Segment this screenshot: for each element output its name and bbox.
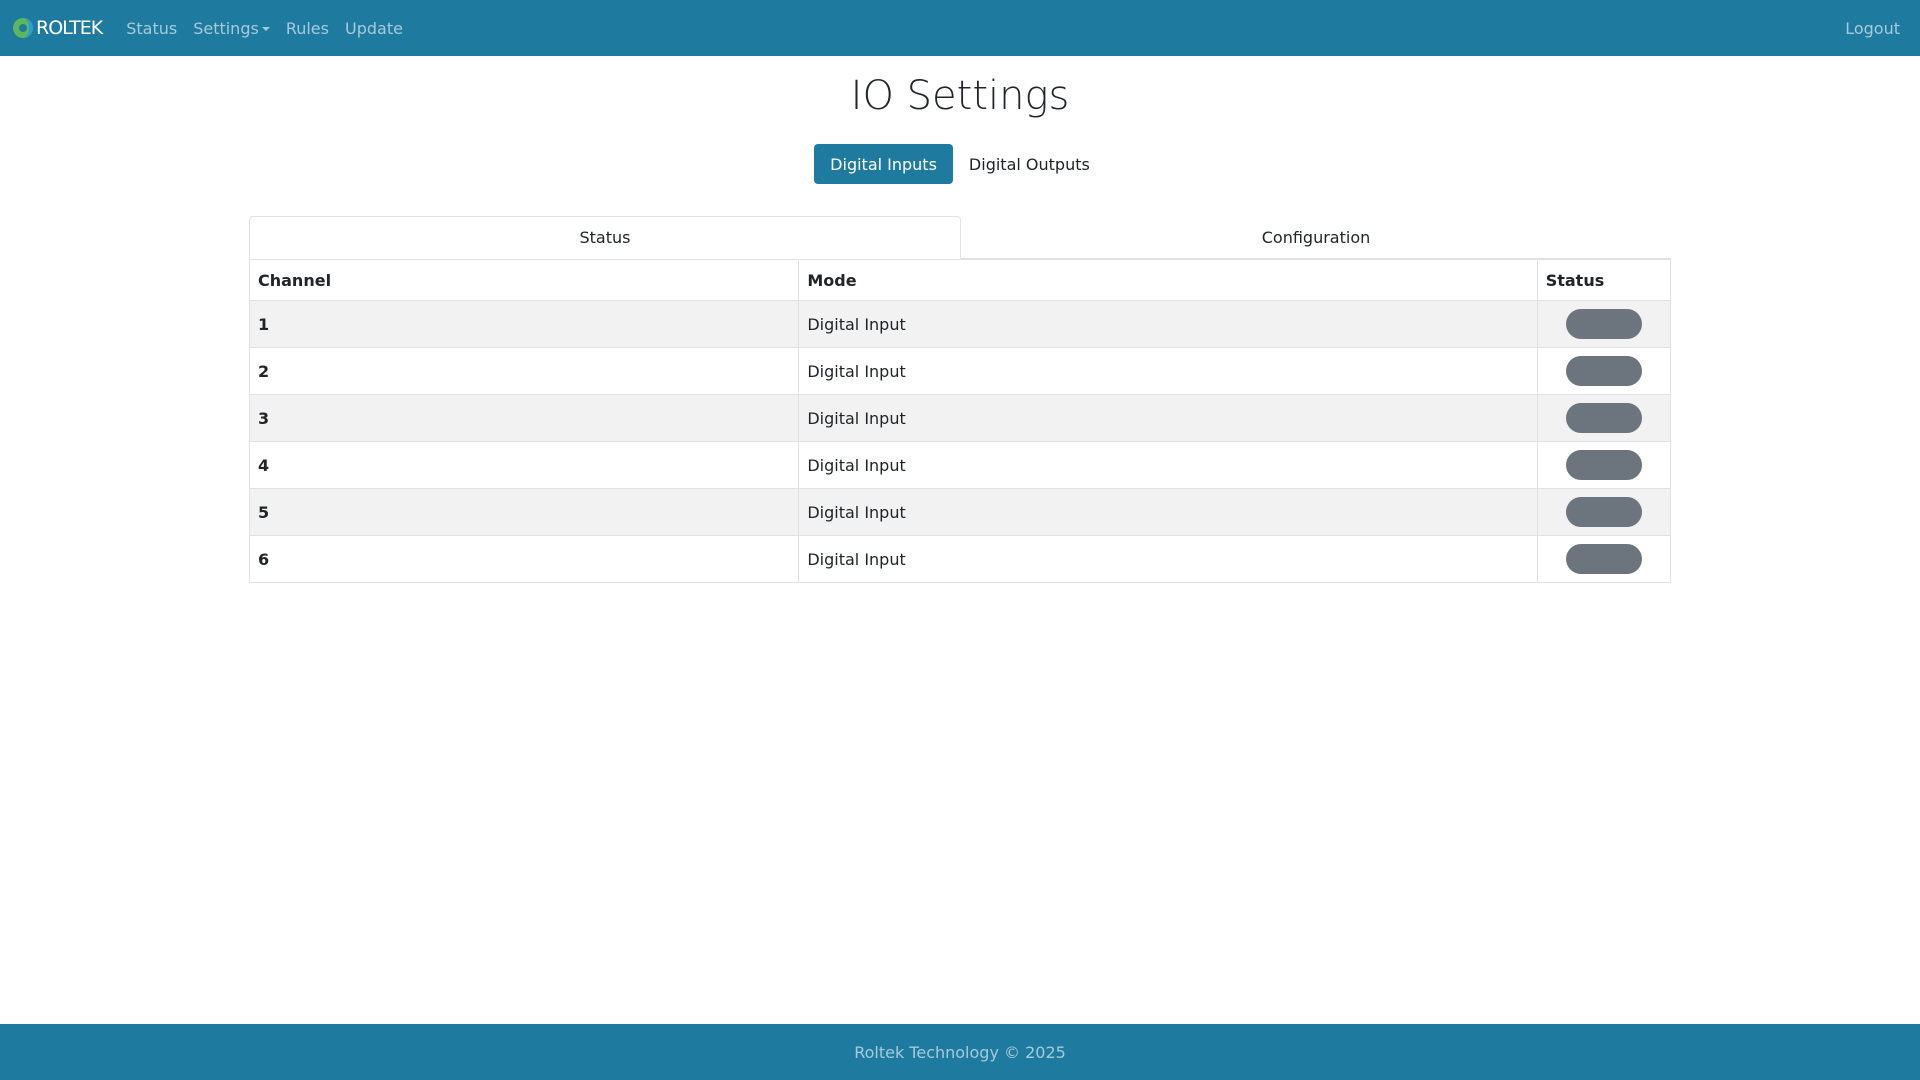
tab-status[interactable]: Status (249, 216, 961, 259)
status-indicator (1565, 544, 1642, 574)
status-indicator (1565, 309, 1642, 339)
table-header-row: Channel Mode Status (248, 259, 1672, 301)
status-cell (1536, 488, 1672, 536)
status-header: Status (1536, 259, 1672, 301)
brand[interactable]: ROLTEK (12, 17, 103, 39)
table-row: 6 Digital Input (248, 535, 1672, 583)
channel-cell: 3 (248, 394, 800, 442)
digital-inputs-pill[interactable]: Digital Inputs (814, 144, 953, 184)
status-cell (1536, 300, 1672, 348)
top-navbar: ROLTEK Status Settings Rules Update Logo… (0, 0, 1920, 56)
table-row: 5 Digital Input (248, 488, 1672, 536)
brand-name: ROLTEK (36, 17, 103, 39)
mode-cell: Digital Input (798, 394, 1538, 442)
status-cell (1536, 394, 1672, 442)
channel-status-table: Channel Mode Status 1 Digital Input 2 Di… (248, 259, 1672, 583)
tab-configuration[interactable]: Configuration (961, 216, 1671, 258)
channel-header: Channel (248, 259, 800, 301)
channel-cell: 2 (248, 347, 800, 395)
nav-settings-dropdown[interactable]: Settings (185, 19, 278, 38)
mode-cell: Digital Input (798, 300, 1538, 348)
mode-cell: Digital Input (798, 347, 1538, 395)
io-type-pills: Digital Inputs Digital Outputs (0, 144, 1920, 184)
digital-outputs-pill[interactable]: Digital Outputs (953, 144, 1106, 184)
page-footer: Roltek Technology © 2025 (0, 1024, 1920, 1080)
table-row: 3 Digital Input (248, 394, 1672, 442)
channel-cell: 1 (248, 300, 800, 348)
mode-header: Mode (798, 259, 1538, 301)
logout-link[interactable]: Logout (1845, 0, 1900, 56)
footer-copyright: Roltek Technology © 2025 (854, 1042, 1066, 1062)
channel-cell: 4 (248, 441, 800, 489)
nav-settings-label: Settings (193, 18, 259, 38)
nav-status-link[interactable]: Status (118, 19, 185, 38)
roltek-logo-icon (12, 17, 34, 39)
channel-cell: 6 (248, 535, 800, 583)
status-indicator (1565, 450, 1642, 480)
table-row: 4 Digital Input (248, 441, 1672, 489)
table-row: 1 Digital Input (248, 300, 1672, 348)
page-title: IO Settings (850, 73, 1070, 119)
nav-update-link[interactable]: Update (337, 19, 411, 38)
mode-cell: Digital Input (798, 441, 1538, 489)
status-cell (1536, 535, 1672, 583)
caret-down-icon (261, 27, 270, 31)
status-cell (1536, 347, 1672, 395)
status-indicator (1565, 497, 1642, 527)
channel-cell: 5 (248, 488, 800, 536)
nav-rules-link[interactable]: Rules (278, 19, 337, 38)
status-cell (1536, 441, 1672, 489)
io-panel: Status Configuration Channel Mode Status… (248, 216, 1672, 583)
status-indicator (1565, 356, 1642, 386)
panel-tabs: Status Configuration (249, 216, 1671, 259)
mode-cell: Digital Input (798, 488, 1538, 536)
table-row: 2 Digital Input (248, 347, 1672, 395)
mode-cell: Digital Input (798, 535, 1538, 583)
status-indicator (1565, 403, 1642, 433)
